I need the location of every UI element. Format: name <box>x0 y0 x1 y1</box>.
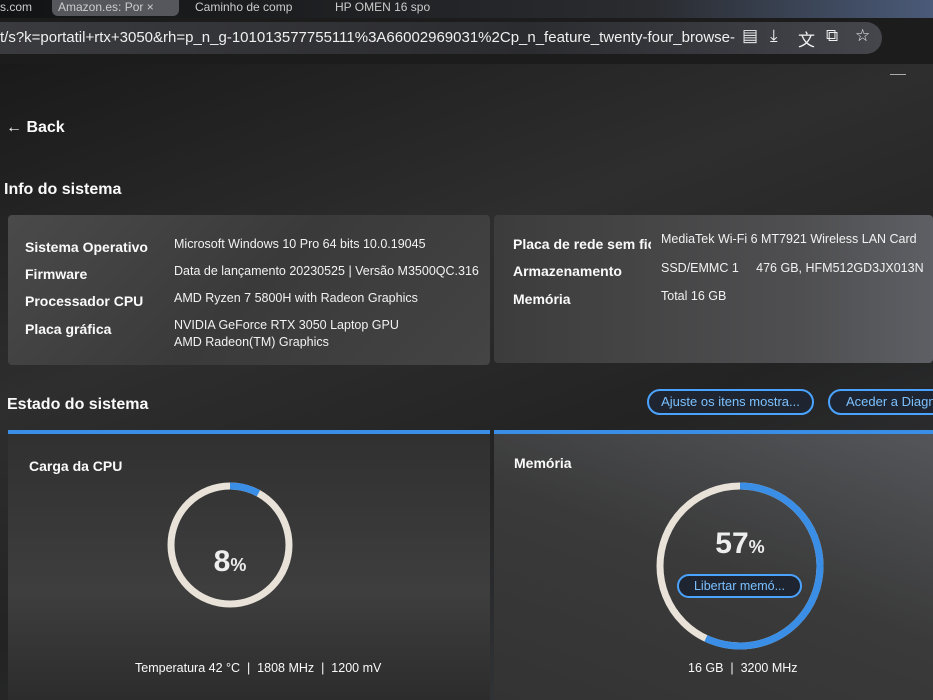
close-icon[interactable]: × <box>147 0 154 14</box>
accent-bar <box>8 430 490 434</box>
browser-tab[interactable]: Caminho de comp <box>195 0 315 16</box>
info-label: Memória <box>513 291 571 307</box>
percent-unit: % <box>230 555 247 575</box>
back-button[interactable]: ← Back <box>6 119 65 137</box>
percent-value: 57 <box>715 527 749 560</box>
back-label: Back <box>26 119 65 136</box>
info-value: Total 16 GB <box>661 289 727 303</box>
info-value: NVIDIA GeForce RTX 3050 Laptop GPU <box>174 318 399 332</box>
info-value: Data de lançamento 20230525 | Versão M35… <box>174 264 479 278</box>
browser-tab[interactable]: s.com <box>0 0 32 16</box>
minimize-icon[interactable] <box>890 74 906 75</box>
install-app-icon[interactable]: ⤓ <box>770 26 778 46</box>
memory-gauge <box>656 482 824 650</box>
adjust-items-button[interactable]: Ajuste os itens mostra... <box>647 389 814 415</box>
info-label: Firmware <box>25 266 88 282</box>
section-title: Estado do sistema <box>7 396 149 413</box>
memory-footer: 16 GB | 3200 MHz <box>688 661 798 675</box>
url-text[interactable]: t/s?k=portatil+rtx+3050&rh=p_n_g-1010135… <box>0 29 735 46</box>
memory-card: Memória 57% Libertar memó... 16 GB | 320… <box>494 430 933 700</box>
arrow-left-icon: ← <box>6 119 22 136</box>
info-label: Placa gráfica <box>25 321 112 337</box>
cpu-percent: 8% <box>165 545 295 579</box>
cpu-title: Carga da CPU <box>29 458 123 474</box>
reader-mode-icon[interactable]: ▤ <box>742 26 758 46</box>
memory-title: Memória <box>514 455 572 471</box>
memory-percent: 57% <box>654 527 826 561</box>
system-info-card-left: Sistema Operativo Microsoft Windows 10 P… <box>8 215 490 365</box>
translate-icon[interactable]: 文 <box>798 26 815 51</box>
cpu-footer: Temperatura 42 °C | 1808 MHz | 1200 mV <box>135 661 382 675</box>
info-value: AMD Radeon(TM) Graphics <box>174 335 329 349</box>
browser-tab-strip: s.com Amazon.es: Por × Caminho de comp H… <box>0 0 933 18</box>
info-label: Sistema Operativo <box>25 239 148 255</box>
free-memory-button[interactable]: Libertar memó... <box>677 574 802 598</box>
immersive-translate-icon[interactable]: ⧉ <box>826 26 838 46</box>
system-info-card-right: Placa de rede sem fio MediaTek Wi-Fi 6 M… <box>494 215 933 363</box>
accent-bar <box>494 430 933 434</box>
browser-tab[interactable]: HP OMEN 16 spo <box>335 0 455 16</box>
info-label: Armazenamento <box>513 263 622 279</box>
percent-unit: % <box>748 537 765 557</box>
info-value: Microsoft Windows 10 Pro 64 bits 10.0.19… <box>174 237 426 251</box>
cpu-card: Carga da CPU 8% Temperatura 42 °C | 1808… <box>8 430 490 700</box>
info-label: Processador CPU <box>25 293 144 309</box>
tab-label: Amazon.es: Por <box>58 0 144 14</box>
info-value: SSD/EMMC 1 476 GB, HFM512GD3JX013N <box>661 261 924 275</box>
favorite-star-icon[interactable]: ☆ <box>855 26 870 46</box>
percent-value: 8 <box>213 545 231 578</box>
info-label: Placa de rede sem fio <box>513 236 651 252</box>
diagnostics-button[interactable]: Aceder a Diagnóstico <box>828 389 933 415</box>
info-value: AMD Ryzen 7 5800H with Radeon Graphics <box>174 291 418 305</box>
info-value: MediaTek Wi-Fi 6 MT7921 Wireless LAN Car… <box>661 232 917 246</box>
browser-tab-active[interactable]: Amazon.es: Por × <box>52 0 179 16</box>
section-title: Info do sistema <box>4 181 122 198</box>
